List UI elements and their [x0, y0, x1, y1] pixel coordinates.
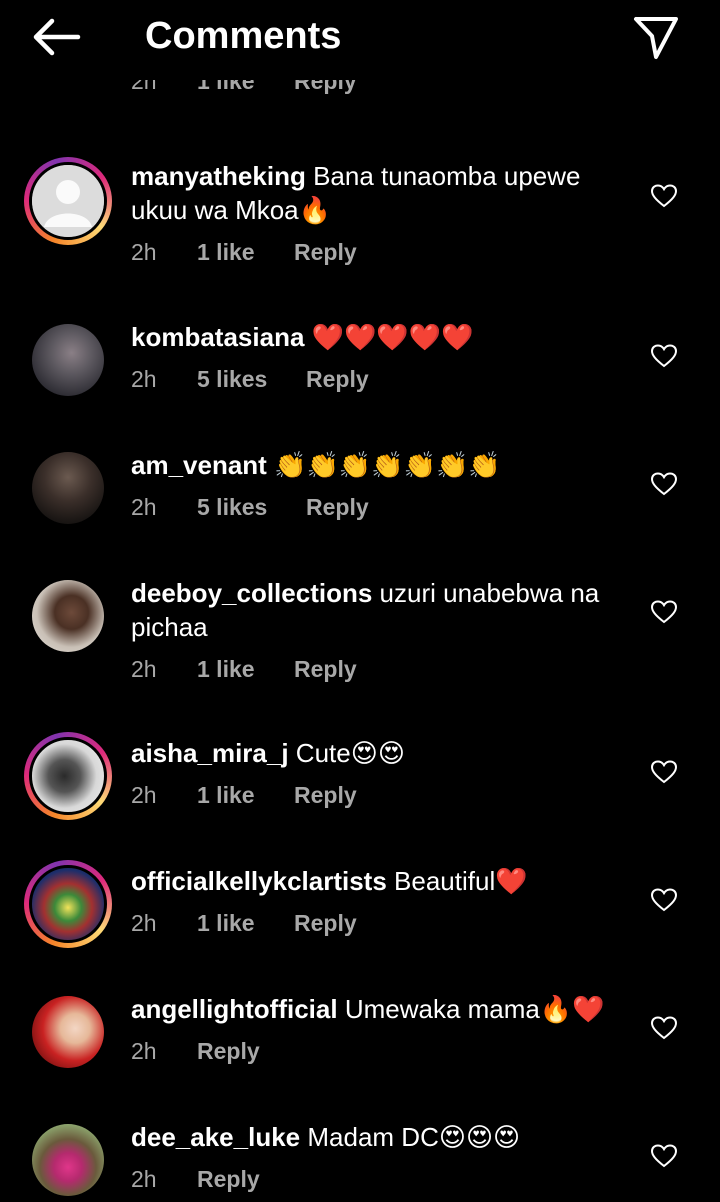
page-title: Comments	[145, 15, 342, 57]
comment-row: aisha_mira_j Cute😍😍 2h 1 like Reply	[0, 732, 720, 832]
partial-comment-meta: 2h 1 like Reply	[0, 80, 720, 104]
reply-button[interactable]: Reply	[294, 656, 357, 683]
comment-time: 2h	[131, 494, 157, 520]
comment-row: am_venant 👏👏👏👏👏👏👏 2h 5 likes Reply	[0, 448, 720, 548]
reply-button[interactable]: Reply	[294, 80, 357, 95]
comment-body: officialkellykclartists Beautiful❤️	[131, 864, 621, 898]
share-button[interactable]	[630, 12, 682, 62]
default-user-avatar-icon	[32, 165, 104, 237]
comment-text: Beautiful❤️	[394, 866, 528, 896]
comment-username[interactable]: aisha_mira_j	[131, 738, 289, 768]
comment-likes[interactable]: 1 like	[197, 80, 255, 95]
comment-row: manyatheking Bana tunaomba upewe ukuu wa…	[0, 155, 720, 275]
comment-text: Cute😍😍	[295, 738, 405, 768]
comment-time: 2h	[131, 239, 157, 265]
comment-body: angellightofficial Umewaka mama🔥❤️	[131, 992, 621, 1026]
comment-username[interactable]: manyatheking	[131, 161, 306, 191]
paper-plane-icon	[634, 17, 678, 59]
comment-time: 2h	[131, 656, 157, 682]
reply-button[interactable]: Reply	[197, 1038, 260, 1065]
comment-text: 👏👏👏👏👏👏👏	[274, 450, 501, 480]
avatar[interactable]	[32, 1124, 104, 1196]
comment-text: Umewaka mama🔥❤️	[344, 994, 605, 1024]
comment-username[interactable]: am_venant	[131, 450, 267, 480]
comment-username[interactable]: officialkellykclartists	[131, 866, 387, 896]
avatar[interactable]	[32, 324, 104, 396]
comment-body: deeboy_collections uzuri unabebwa na pic…	[131, 576, 621, 644]
comment-time: 2h	[131, 1038, 157, 1064]
reply-button[interactable]: Reply	[294, 910, 357, 937]
heart-icon[interactable]	[651, 1144, 677, 1168]
heart-icon[interactable]	[651, 600, 677, 624]
comment-likes[interactable]: 1 like	[197, 782, 255, 809]
heart-icon[interactable]	[651, 344, 677, 368]
comment-row: kombatasiana ❤️❤️❤️❤️❤️ 2h 5 likes Reply	[0, 320, 720, 420]
heart-icon[interactable]	[651, 472, 677, 496]
comment-time: 2h	[131, 80, 157, 94]
comment-likes[interactable]: 1 like	[197, 239, 255, 266]
reply-button[interactable]: Reply	[197, 1166, 260, 1193]
avatar	[29, 162, 107, 240]
comment-row: deeboy_collections uzuri unabebwa na pic…	[0, 576, 720, 696]
comment-body: am_venant 👏👏👏👏👏👏👏	[131, 448, 621, 482]
comment-row: dee_ake_luke Madam DC😍😍😍 2h Reply	[0, 1120, 720, 1202]
comment-body: aisha_mira_j Cute😍😍	[131, 736, 621, 770]
comment-username[interactable]: angellightofficial	[131, 994, 338, 1024]
comment-likes[interactable]: 1 like	[197, 910, 255, 937]
comment-text-line2: pichaa	[131, 612, 208, 642]
avatar-story-ring[interactable]	[24, 732, 112, 820]
reply-button[interactable]: Reply	[294, 782, 357, 809]
avatar	[29, 865, 107, 943]
comment-time: 2h	[131, 1166, 157, 1192]
avatar	[29, 737, 107, 815]
heart-icon[interactable]	[651, 888, 677, 912]
comment-username[interactable]: dee_ake_luke	[131, 1122, 300, 1152]
comment-likes[interactable]: 5 likes	[197, 494, 267, 521]
comment-body: manyatheking Bana tunaomba upewe ukuu wa…	[131, 159, 621, 227]
avatar-story-ring[interactable]	[24, 860, 112, 948]
comment-text: Bana tunaomba upewe	[313, 161, 581, 191]
comment-body: kombatasiana ❤️❤️❤️❤️❤️	[131, 320, 621, 354]
heart-icon[interactable]	[651, 184, 677, 208]
comment-text: uzuri unabebwa na	[379, 578, 600, 608]
comment-time: 2h	[131, 366, 157, 392]
arrow-left-icon	[33, 18, 81, 56]
reply-button[interactable]: Reply	[306, 366, 369, 393]
reply-button[interactable]: Reply	[306, 494, 369, 521]
comment-text: Madam DC😍😍😍	[307, 1122, 521, 1152]
avatar-story-ring[interactable]	[24, 157, 112, 245]
comment-row: officialkellykclartists Beautiful❤️ 2h 1…	[0, 860, 720, 960]
top-bar: Comments	[0, 0, 720, 74]
avatar[interactable]	[32, 452, 104, 524]
comment-row: angellightofficial Umewaka mama🔥❤️ 2h Re…	[0, 992, 720, 1092]
comment-likes[interactable]: 5 likes	[197, 366, 267, 393]
reply-button[interactable]: Reply	[294, 239, 357, 266]
comment-text-line2: ukuu wa Mkoa🔥	[131, 195, 332, 225]
comment-time: 2h	[131, 910, 157, 936]
avatar[interactable]	[32, 996, 104, 1068]
comment-username[interactable]: deeboy_collections	[131, 578, 372, 608]
comment-body: dee_ake_luke Madam DC😍😍😍	[131, 1120, 621, 1154]
back-button[interactable]	[28, 14, 84, 60]
heart-icon[interactable]	[651, 760, 677, 784]
comment-time: 2h	[131, 782, 157, 808]
avatar[interactable]	[32, 580, 104, 652]
comment-text: ❤️❤️❤️❤️❤️	[311, 322, 474, 352]
heart-icon[interactable]	[651, 1016, 677, 1040]
comment-username[interactable]: kombatasiana	[131, 322, 304, 352]
comment-likes[interactable]: 1 like	[197, 656, 255, 683]
